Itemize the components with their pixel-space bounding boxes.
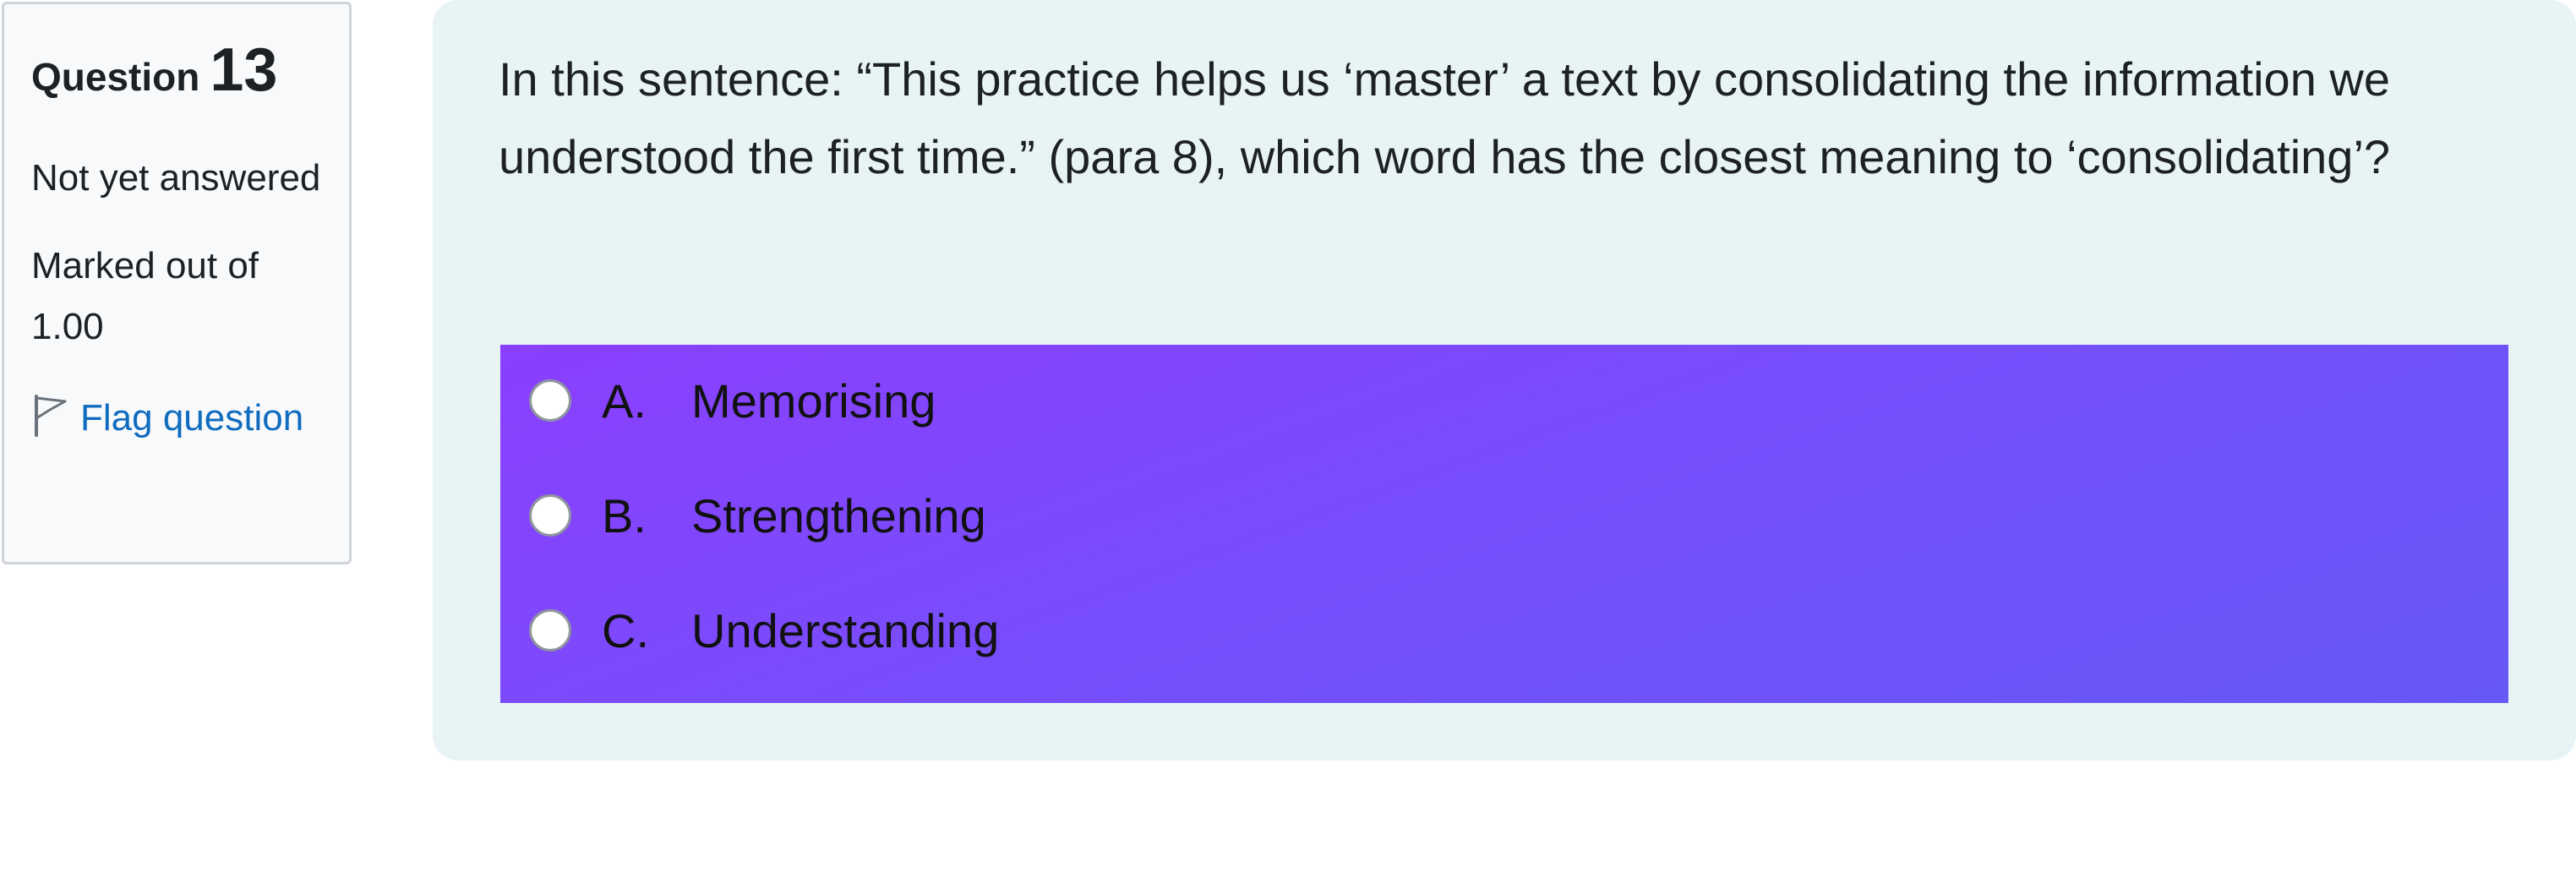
- question-number-heading: Question 13: [31, 36, 322, 119]
- question-state: Not yet answered: [31, 157, 321, 199]
- question-grade: Marked out of 1.00: [31, 245, 259, 347]
- flag-icon: [31, 393, 68, 437]
- flag-question-label: Flag question: [80, 397, 304, 439]
- answer-option-b[interactable]: B. Strengthening: [500, 473, 2508, 558]
- answer-list: A. Memorising B. Strengthening C. Unders…: [500, 345, 2508, 703]
- radio-button-c[interactable]: [529, 609, 571, 651]
- question-number: 13: [210, 36, 278, 104]
- answer-letter-a: A.: [602, 373, 647, 428]
- question-content-panel: In this sentence: “This practice helps u…: [433, 0, 2576, 760]
- question-text: In this sentence: “This practice helps u…: [499, 52, 2391, 183]
- answer-text-c: Understanding: [691, 603, 1000, 657]
- answer-text-a: Memorising: [691, 373, 936, 428]
- answer-letter-c: C.: [602, 603, 649, 657]
- answer-option-a[interactable]: A. Memorising: [500, 358, 2508, 443]
- question-label: Question: [31, 55, 200, 99]
- radio-button-a[interactable]: [529, 379, 571, 422]
- radio-button-b[interactable]: [529, 494, 571, 537]
- answer-letter-b: B.: [602, 488, 647, 542]
- flag-question-link[interactable]: Flag question: [31, 388, 322, 449]
- answer-option-c[interactable]: C. Understanding: [500, 588, 2508, 673]
- answer-text-b: Strengthening: [691, 488, 986, 542]
- question-info-panel: Question 13 Not yet answered Marked out o…: [2, 2, 352, 564]
